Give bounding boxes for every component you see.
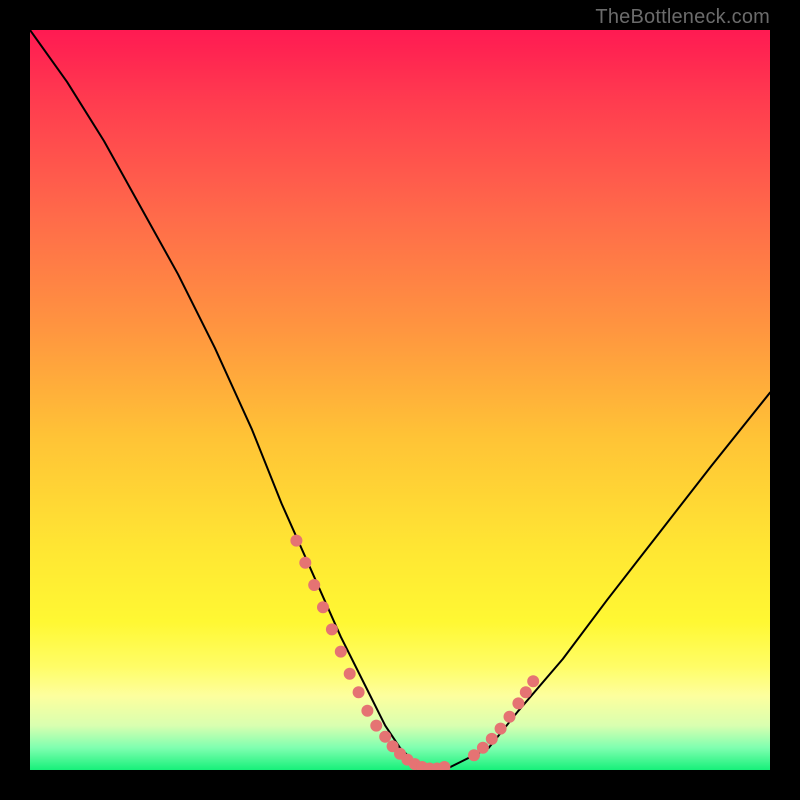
marker-dot bbox=[361, 705, 373, 717]
chart-svg bbox=[30, 30, 770, 770]
marker-dot bbox=[308, 579, 320, 591]
marker-dot bbox=[477, 742, 489, 754]
marker-dot bbox=[370, 720, 382, 732]
plot-area bbox=[30, 30, 770, 770]
marker-dot bbox=[290, 535, 302, 547]
marker-dot bbox=[486, 733, 498, 745]
marker-dot bbox=[438, 761, 450, 770]
marker-dot bbox=[353, 686, 365, 698]
marker-dot bbox=[495, 723, 507, 735]
bottleneck-curve bbox=[30, 30, 770, 770]
marker-dot bbox=[335, 646, 347, 658]
chart-frame: TheBottleneck.com bbox=[0, 0, 800, 800]
marker-dot bbox=[504, 711, 516, 723]
marker-dot bbox=[317, 601, 329, 613]
marker-dot bbox=[299, 557, 311, 569]
marker-dot bbox=[512, 697, 524, 709]
marker-dot bbox=[326, 623, 338, 635]
marker-dot bbox=[527, 675, 539, 687]
marker-dot bbox=[344, 668, 356, 680]
marker-dot bbox=[520, 686, 532, 698]
marker-dot bbox=[379, 731, 391, 743]
marker-dots bbox=[290, 535, 539, 770]
attribution-text: TheBottleneck.com bbox=[595, 6, 770, 29]
